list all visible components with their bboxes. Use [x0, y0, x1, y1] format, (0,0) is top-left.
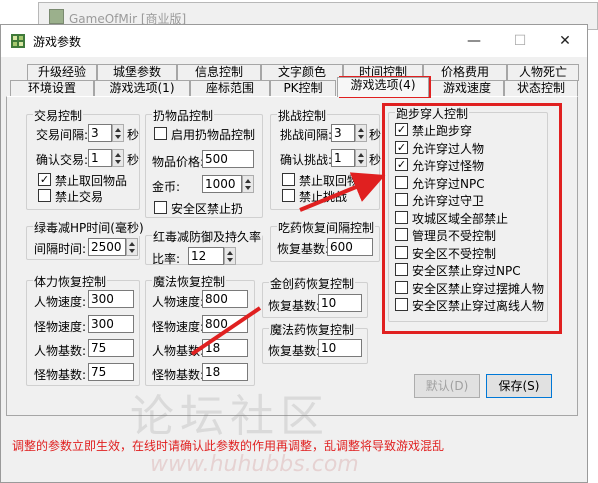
checkbox-icon[interactable]: ✓	[38, 173, 51, 186]
challenge-interval-spinner[interactable]	[355, 124, 367, 142]
tab-game-options-1[interactable]: 游戏选项(1)	[94, 80, 190, 97]
group-title: 绿毒减HP时间(毫秒)	[33, 219, 145, 236]
challenge-interval-unit: 秒	[369, 128, 382, 142]
trade-confirm-spinner[interactable]	[112, 149, 124, 167]
challenge-confirm-label: 确认挑战:	[280, 153, 333, 167]
trade-interval-unit: 秒	[127, 128, 140, 142]
drop-gold-input[interactable]: 1000	[202, 175, 242, 193]
challenge-confirm-input[interactable]: 1	[331, 149, 355, 167]
potion-interval-base-label: 恢复基数:	[277, 242, 330, 256]
group-title: 魔法药恢复控制	[269, 321, 356, 338]
mp-recovery-label: 怪物速度:	[152, 320, 205, 334]
trade-interval-spinner[interactable]	[112, 124, 124, 142]
red-poison-ratio-input[interactable]: 12	[188, 247, 224, 265]
challenge-confirm-spinner[interactable]	[355, 149, 367, 167]
green-poison-interval-input[interactable]: 2500	[88, 238, 126, 256]
mp-recovery-label: 人物基数:	[152, 344, 205, 358]
mp-recovery-label: 人物速度:	[152, 295, 205, 309]
tab-environment[interactable]: 环境设置	[10, 80, 94, 97]
hp-recovery-input[interactable]: 75	[88, 363, 134, 381]
hp-recovery-label: 人物速度:	[34, 295, 87, 309]
checkbox-icon[interactable]	[154, 127, 167, 140]
tab-info-control[interactable]: 信息控制	[177, 64, 261, 81]
checkbox-icon[interactable]	[154, 201, 167, 214]
drop-price-input[interactable]: 500	[202, 150, 254, 168]
hp-recovery-label: 怪物基数:	[34, 368, 87, 382]
group-title: 交易控制	[33, 107, 84, 124]
hp-recovery-label: 怪物速度:	[34, 320, 87, 334]
trade-interval-input[interactable]: 3	[88, 124, 112, 142]
wound-potion-base-input[interactable]: 10	[318, 294, 362, 312]
watermark-text: 论坛社区	[130, 391, 330, 442]
drop-gold-label: 金币:	[152, 180, 181, 194]
group-title: 红毒减防御及持久率	[152, 228, 263, 245]
tab-price-fee[interactable]: 价格费用	[423, 64, 507, 81]
app-icon	[49, 9, 64, 24]
green-poison-interval-label: 间隔时间:	[34, 242, 87, 256]
watermark-url: www.huhubbs.com	[150, 452, 359, 477]
magic-potion-base-input[interactable]: 10	[318, 339, 362, 357]
mp-recovery-input[interactable]: 18	[202, 363, 248, 381]
tab-status-control[interactable]: 状态控制	[504, 80, 578, 97]
mp-recovery-input[interactable]: 800	[202, 290, 248, 308]
highlight-run-through-group	[382, 103, 562, 334]
mp-recovery-input[interactable]: 800	[202, 315, 248, 333]
hp-recovery-label: 人物基数:	[34, 344, 87, 358]
title-bar: 游戏参数 — ☐ ✕	[1, 25, 587, 57]
dialog-title: 游戏参数	[33, 35, 82, 49]
group-title: 挑战控制	[277, 107, 328, 124]
mp-recovery-input[interactable]: 18	[202, 339, 248, 357]
trade-interval-label: 交易间隔:	[36, 128, 89, 142]
tab-upgrade-exp[interactable]: 升级经验	[27, 64, 97, 81]
group-title: 吃药恢复间隔控制	[277, 219, 376, 236]
group-title: 扔物品控制	[152, 107, 215, 124]
tab-coord-range[interactable]: 座标范围	[190, 80, 270, 97]
trade-confirm-label: 确认交易:	[36, 153, 89, 167]
tab-player-death[interactable]: 人物死亡	[507, 64, 579, 81]
drop-price-label: 物品价格:	[152, 155, 205, 169]
challenge-interval-input[interactable]: 3	[331, 124, 355, 142]
trade-confirm-input[interactable]: 1	[88, 149, 112, 167]
potion-interval-base-input[interactable]: 600	[327, 238, 373, 256]
app-icon	[10, 33, 26, 49]
green-poison-interval-spinner[interactable]	[126, 238, 138, 256]
wound-potion-base-label: 恢复基数:	[268, 299, 321, 313]
checkbox-icon[interactable]	[38, 189, 51, 202]
magic-potion-base-label: 恢复基数:	[268, 344, 321, 358]
close-icon[interactable]: ✕	[542, 25, 588, 56]
group-title: 体力恢复控制	[33, 273, 108, 290]
minimize-icon[interactable]: —	[451, 25, 497, 56]
drop-gold-spinner[interactable]	[242, 175, 254, 193]
maximize-icon[interactable]: ☐	[497, 25, 543, 56]
checkbox-icon[interactable]	[282, 189, 295, 202]
status-note: 调整的参数立即生效，在线时请确认此参数的作用再调整，乱调整将导致游戏混乱	[12, 439, 445, 453]
save-button[interactable]: 保存(S)	[486, 374, 552, 398]
challenge-interval-label: 挑战间隔:	[280, 128, 333, 142]
tab-text-color[interactable]: 文字颜色	[261, 64, 343, 81]
tab-pk-control[interactable]: PK控制	[270, 80, 336, 97]
group-title: 金创药恢复控制	[269, 275, 356, 292]
hp-recovery-input[interactable]: 300	[88, 290, 134, 308]
checkbox-icon[interactable]	[282, 173, 295, 186]
red-poison-ratio-label: 比率:	[152, 252, 181, 266]
tab-game-speed[interactable]: 游戏速度	[430, 80, 504, 97]
hp-recovery-input[interactable]: 75	[88, 339, 134, 357]
red-poison-ratio-spinner[interactable]	[224, 247, 236, 265]
tab-game-options-4[interactable]: 游戏选项(4)	[337, 77, 429, 97]
challenge-confirm-unit: 秒	[369, 153, 382, 167]
group-title: 魔法恢复控制	[152, 273, 227, 290]
trade-confirm-unit: 秒	[127, 153, 140, 167]
default-button[interactable]: 默认(D)	[414, 374, 480, 398]
tab-castle-params[interactable]: 城堡参数	[97, 64, 177, 81]
hp-recovery-input[interactable]: 300	[88, 315, 134, 333]
